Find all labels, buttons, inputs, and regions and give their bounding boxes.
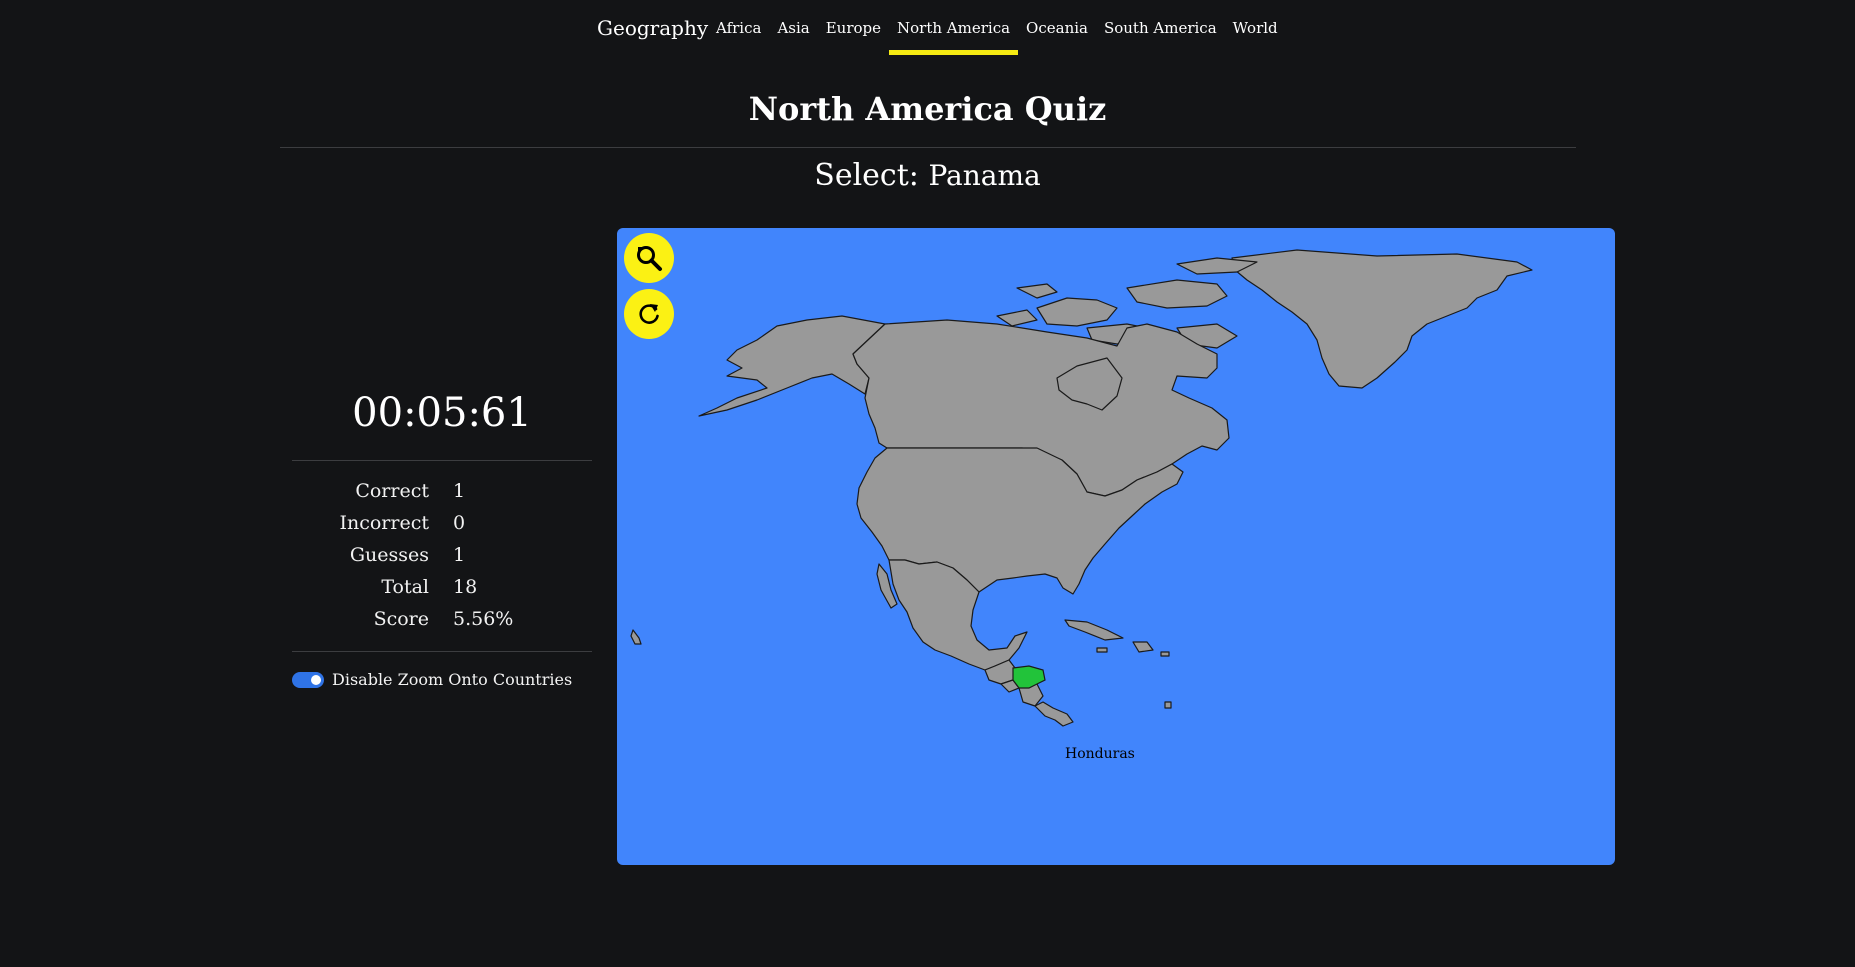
country-greenland[interactable] [1231, 249, 1533, 389]
north-america-map[interactable] [617, 228, 1615, 865]
region-island[interactable] [1164, 701, 1172, 709]
country-puerto-rico[interactable] [1160, 651, 1170, 657]
select-prefix: Select: [814, 158, 919, 193]
stat-label: Total [381, 576, 429, 598]
stat-value: 0 [453, 512, 466, 534]
zoom-reset-icon [637, 246, 662, 271]
region-arctic-island[interactable] [1036, 297, 1118, 327]
title-divider [280, 147, 1576, 148]
nav-link-world[interactable]: World [1225, 19, 1286, 53]
country-hispaniola[interactable] [1132, 641, 1154, 653]
nav-link-north-america[interactable]: North America [889, 19, 1019, 55]
stat-value: 1 [453, 480, 466, 502]
stat-row-total: Total 18 [292, 571, 592, 603]
country-honduras[interactable] [1012, 665, 1046, 689]
country-cuba[interactable] [1064, 619, 1124, 641]
stat-label: Guesses [349, 544, 429, 566]
stat-value: 1 [453, 544, 466, 566]
stat-value: 18 [453, 576, 478, 598]
stat-label: Score [373, 608, 429, 630]
nav-links: Africa Asia Europe North America Oceania… [708, 19, 1286, 55]
nav-link-oceania[interactable]: Oceania [1018, 19, 1096, 53]
sidebar-divider [292, 651, 592, 652]
select-target: Panama [928, 159, 1041, 192]
stats-table: Correct 1 Incorrect 0 Guesses 1 Total 18… [292, 475, 592, 635]
stat-row-score: Score 5.56% [292, 603, 592, 635]
zoom-toggle-label[interactable]: Disable Zoom Onto Countries [332, 670, 572, 689]
nav-link-africa[interactable]: Africa [708, 19, 769, 53]
zoom-toggle[interactable] [292, 671, 324, 688]
stat-row-correct: Correct 1 [292, 475, 592, 507]
brand-link[interactable]: Geography [597, 16, 708, 40]
country-label-honduras: Honduras [1065, 746, 1135, 762]
page-title: North America Quiz [748, 90, 1107, 128]
region-arctic-island[interactable] [1016, 283, 1058, 299]
stat-row-incorrect: Incorrect 0 [292, 507, 592, 539]
nav-link-south-america[interactable]: South America [1096, 19, 1225, 53]
nav-link-europe[interactable]: Europe [818, 19, 889, 53]
refresh-icon [639, 304, 659, 324]
select-prompt: Select: Panama [0, 158, 1855, 193]
map-panel[interactable]: Honduras [617, 228, 1615, 865]
quiz-sidebar: 00:05:61 Correct 1 Incorrect 0 Guesses 1… [292, 390, 592, 689]
stat-label: Incorrect [339, 512, 429, 534]
nav-link-asia[interactable]: Asia [769, 19, 817, 53]
zoom-reset-button[interactable] [624, 233, 674, 283]
zoom-toggle-row: Disable Zoom Onto Countries [292, 670, 592, 689]
stat-value: 5.56% [453, 608, 514, 630]
country-costa-rica-panama[interactable] [1034, 701, 1074, 727]
stat-label: Correct [355, 480, 429, 502]
sidebar-divider [292, 460, 592, 461]
region-arctic-island[interactable] [1126, 279, 1228, 309]
reset-map-button[interactable] [624, 289, 674, 339]
country-jamaica[interactable] [1096, 647, 1108, 653]
timer: 00:05:61 [352, 390, 532, 436]
top-nav: Geography Africa Asia Europe North Ameri… [0, 0, 1855, 60]
region-hawaii[interactable] [630, 629, 642, 645]
region-arctic-island[interactable] [996, 309, 1038, 327]
country-usa-alaska[interactable] [698, 315, 886, 417]
stat-row-guesses: Guesses 1 [292, 539, 592, 571]
toggle-knob [311, 674, 321, 685]
